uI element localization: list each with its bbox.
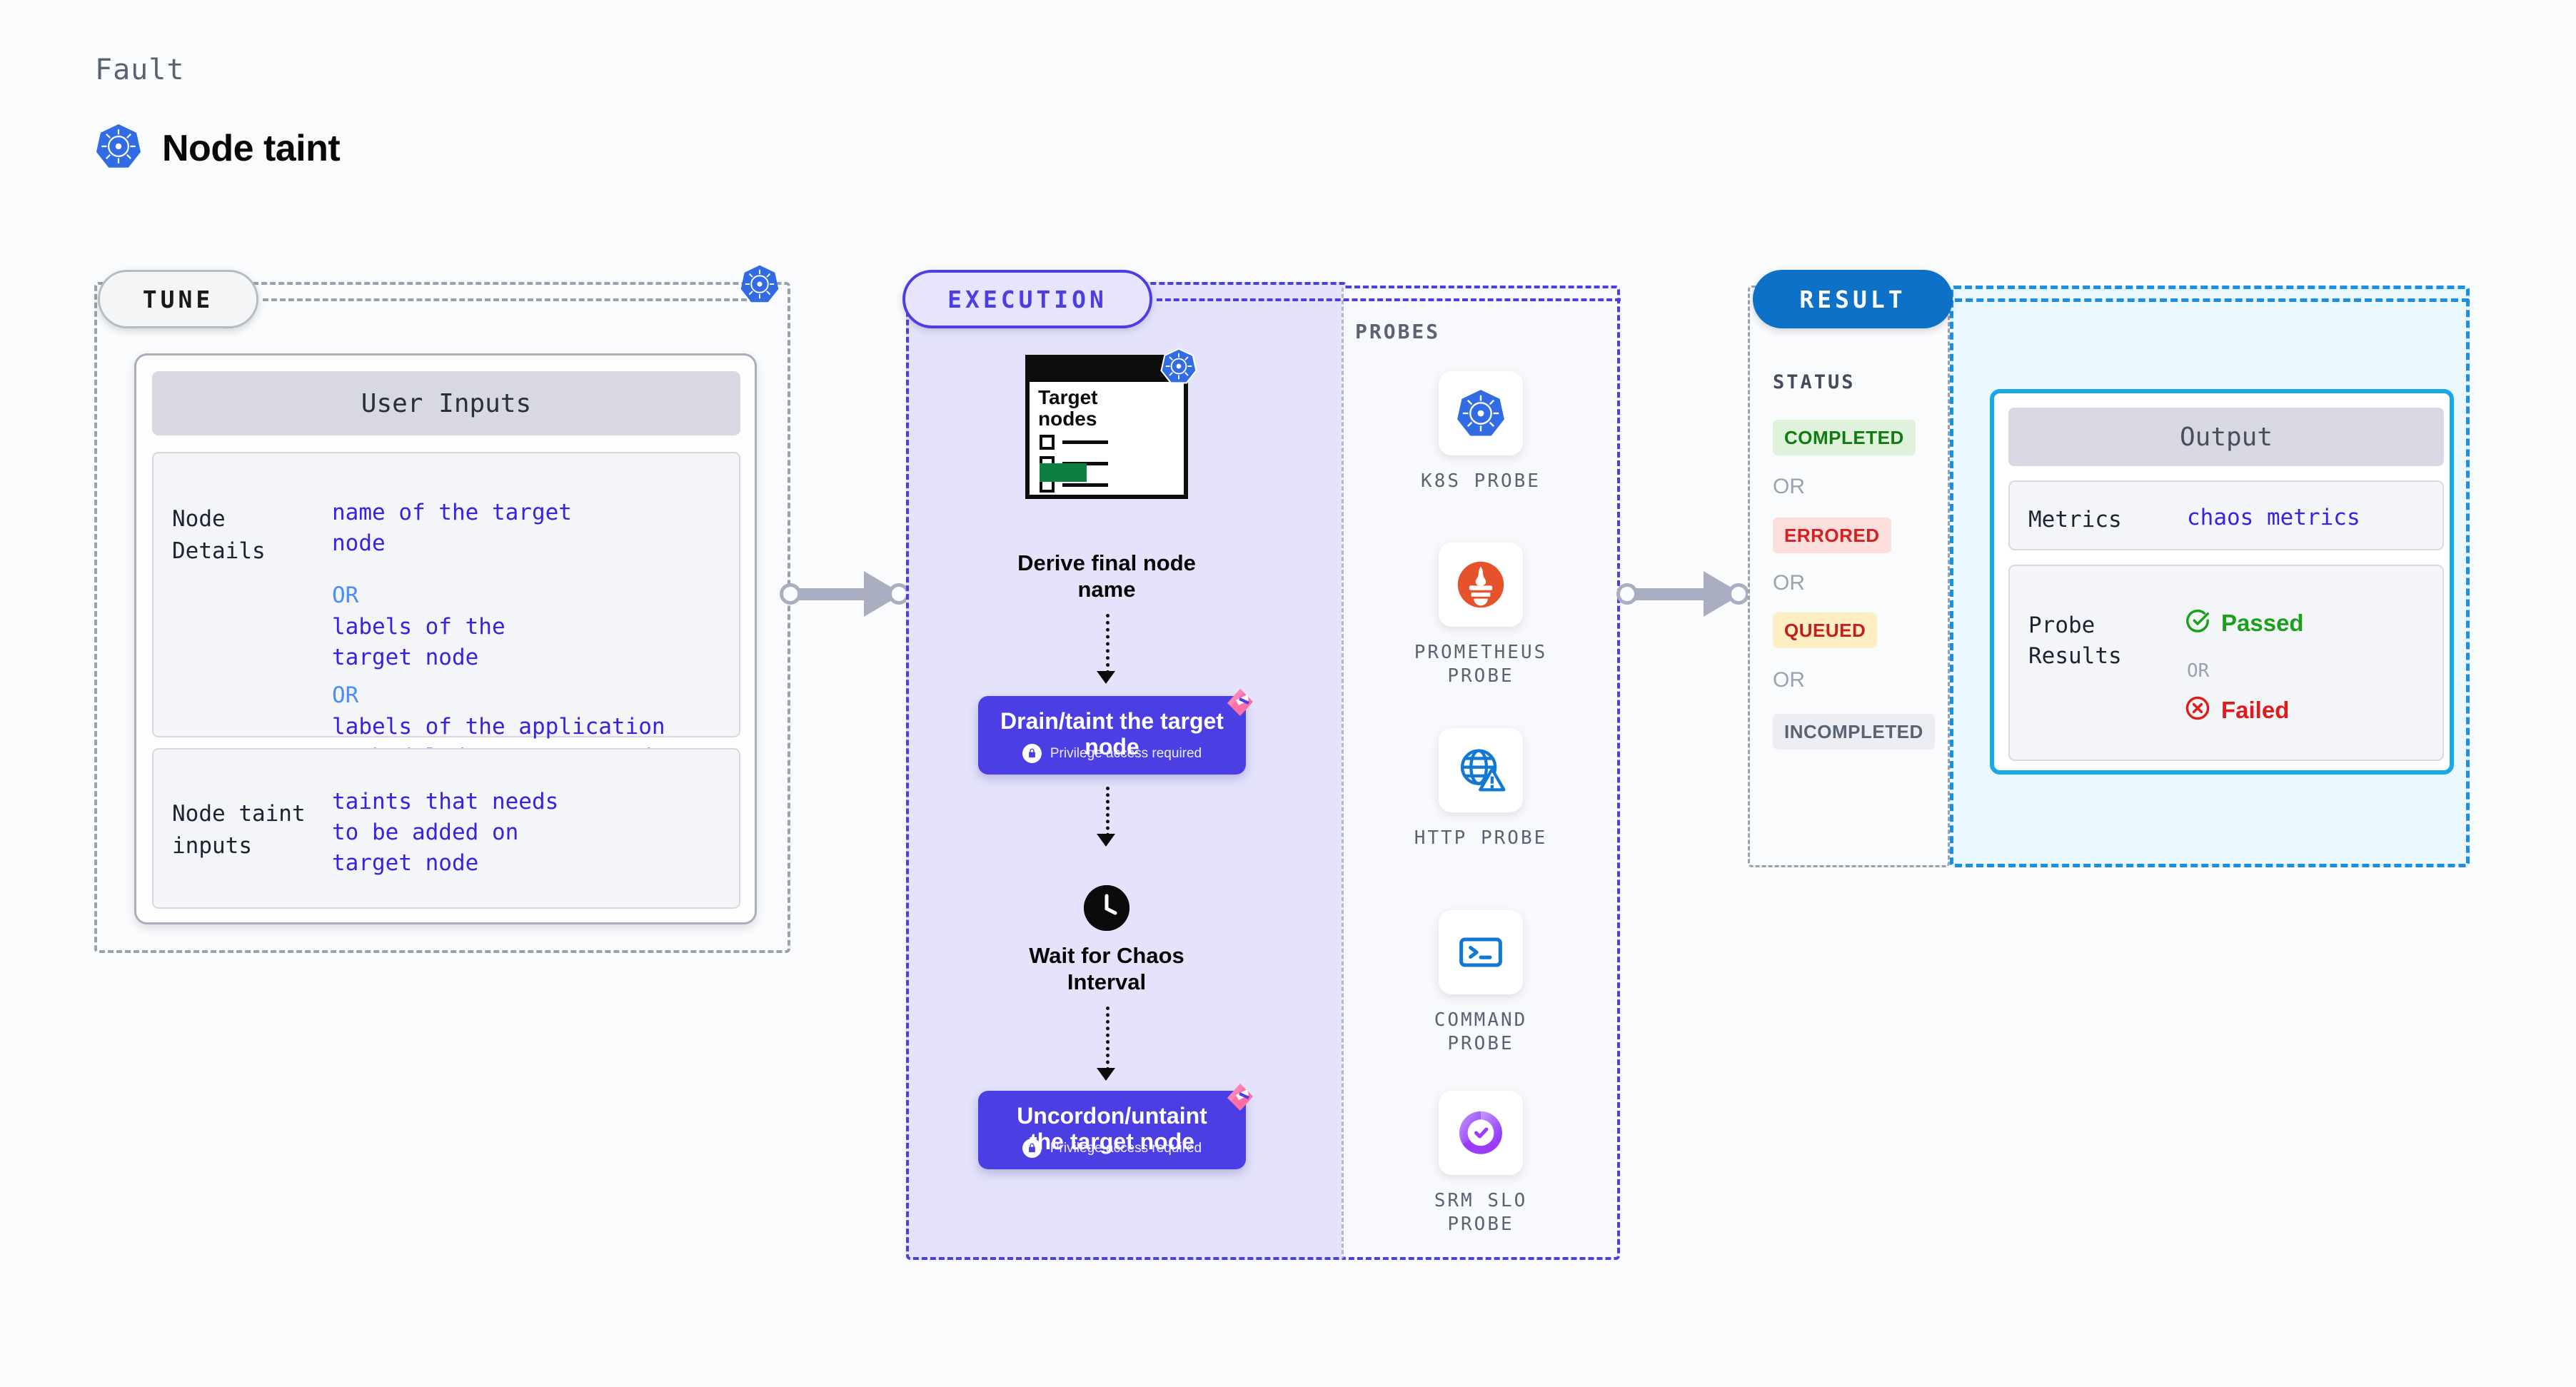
- execution-step-1-label: Derive final node name: [1017, 550, 1196, 602]
- probes-title: PROBES: [1355, 320, 1441, 343]
- node-details-or-1: OR: [332, 582, 359, 608]
- probe-tile-http[interactable]: [1439, 728, 1523, 812]
- probe-label-command: COMMAND PROBE: [1434, 1009, 1528, 1054]
- probe-label-http: HTTP PROBE: [1414, 827, 1548, 849]
- metrics-key: Metrics: [2028, 507, 2122, 533]
- node-details-box: Node Details name of the target node OR …: [152, 452, 740, 770]
- connector-tune-to-execution: [780, 571, 922, 617]
- output-probe-results-row: Probe Results Passed OR Failed: [2008, 565, 2444, 761]
- status-badge-incompleted: INCOMPLETED: [1773, 714, 1935, 750]
- failed-label: Failed: [2221, 696, 2290, 723]
- execution-pill-label: EXECUTION: [902, 270, 1152, 328]
- privilege-note: Privilege access required: [978, 744, 1246, 763]
- check-circle-icon: [2184, 607, 2211, 638]
- passed-label: Passed: [2221, 609, 2304, 636]
- close-circle-icon: [2184, 695, 2211, 725]
- probe-label-srm-slo: SRM SLO PROBE: [1434, 1190, 1528, 1235]
- user-inputs-title: User Inputs: [152, 371, 740, 435]
- privilege-note: Privilege access required: [978, 1139, 1246, 1158]
- ribbon-flag-icon: [1227, 689, 1253, 716]
- probe-tile-prometheus[interactable]: [1439, 543, 1523, 627]
- status-badge-completed: COMPLETED: [1773, 420, 1916, 455]
- probe-results-or: OR: [2187, 660, 2210, 682]
- fault-diagram-page: Fault Node taint TUNE User Inputs Node D…: [0, 0, 2576, 1387]
- node-details-value-name: name of the target node: [332, 500, 572, 556]
- lock-icon: [1022, 1139, 1042, 1158]
- clock-icon: [1084, 885, 1129, 931]
- output-metrics-row: Metrics chaos metrics: [2008, 480, 2444, 550]
- doc-title-line2: nodes: [1038, 408, 1097, 430]
- output-title: Output: [2008, 408, 2444, 466]
- probe-tile-command[interactable]: [1439, 910, 1523, 994]
- status-badge-errored: ERRORED: [1773, 518, 1891, 553]
- node-details-key: Node Details: [172, 506, 266, 564]
- doc-title-line1: Target: [1038, 386, 1098, 408]
- tune-connector-dash: [263, 298, 755, 301]
- node-details-value-labels: labels of the target node: [332, 614, 505, 670]
- ribbon-flag-icon: [1227, 1084, 1253, 1111]
- probe-tile-k8s[interactable]: [1439, 371, 1523, 455]
- privilege-note-text: Privilege access required: [1050, 745, 1202, 761]
- flow-arrow-3: [1106, 1007, 1110, 1071]
- node-details-or-2: OR: [332, 682, 359, 708]
- probe-label-k8s: K8S PROBE: [1421, 470, 1541, 492]
- flow-arrow-1-head: [1097, 671, 1115, 684]
- kubernetes-icon: [740, 264, 780, 308]
- status-badge-queued: QUEUED: [1773, 612, 1878, 648]
- status-or-1: OR: [1773, 475, 1805, 498]
- status-or-3: OR: [1773, 668, 1805, 692]
- user-inputs-card: User Inputs Node Details name of the tar…: [134, 353, 757, 924]
- tune-pill-label: TUNE: [98, 270, 258, 328]
- flow-arrow-2-head: [1097, 834, 1115, 847]
- node-taint-inputs-value: taints that needs to be added on target …: [332, 789, 559, 876]
- probe-results-key: Probe Results: [2028, 612, 2122, 670]
- node-taint-inputs-box: Node taint inputs taints that needs to b…: [152, 748, 740, 909]
- result-pill-label: RESULT: [1753, 270, 1953, 328]
- flow-arrow-2: [1106, 787, 1110, 837]
- flow-arrow-3-head: [1097, 1068, 1115, 1081]
- probe-result-passed: Passed: [2184, 607, 2304, 638]
- kubernetes-icon: [1160, 348, 1197, 388]
- status-heading: STATUS: [1773, 371, 1856, 393]
- execution-step-3-label: Wait for Chaos Interval: [1029, 943, 1184, 995]
- flow-arrow-1: [1106, 614, 1110, 674]
- probe-label-prometheus: PROMETHEUS PROBE: [1414, 642, 1548, 687]
- connector-execution-to-result: [1616, 571, 1759, 617]
- status-or-2: OR: [1773, 571, 1805, 595]
- execution-step-4-action[interactable]: Uncordon/untaint the target node Privile…: [978, 1084, 1253, 1169]
- page-title: Node taint: [162, 127, 341, 169]
- lock-icon: [1022, 744, 1042, 763]
- page-header: Node taint: [95, 123, 341, 173]
- result-connector-dash: [1955, 298, 2469, 302]
- output-card: Output Metrics chaos metrics Probe Resul…: [1990, 389, 2454, 775]
- kubernetes-icon: [95, 123, 142, 173]
- privilege-note-text: Privilege access required: [1050, 1140, 1202, 1156]
- node-taint-inputs-key: Node taint inputs: [172, 801, 306, 859]
- metrics-value: chaos metrics: [2187, 505, 2360, 530]
- probe-result-failed: Failed: [2184, 695, 2289, 725]
- probe-tile-srm-slo[interactable]: [1439, 1091, 1523, 1175]
- execution-step-2-action[interactable]: Drain/taint the target node Privilege ac…: [978, 689, 1253, 775]
- execution-connector-dash: [1157, 298, 1621, 301]
- page-kicker: Fault: [95, 54, 185, 86]
